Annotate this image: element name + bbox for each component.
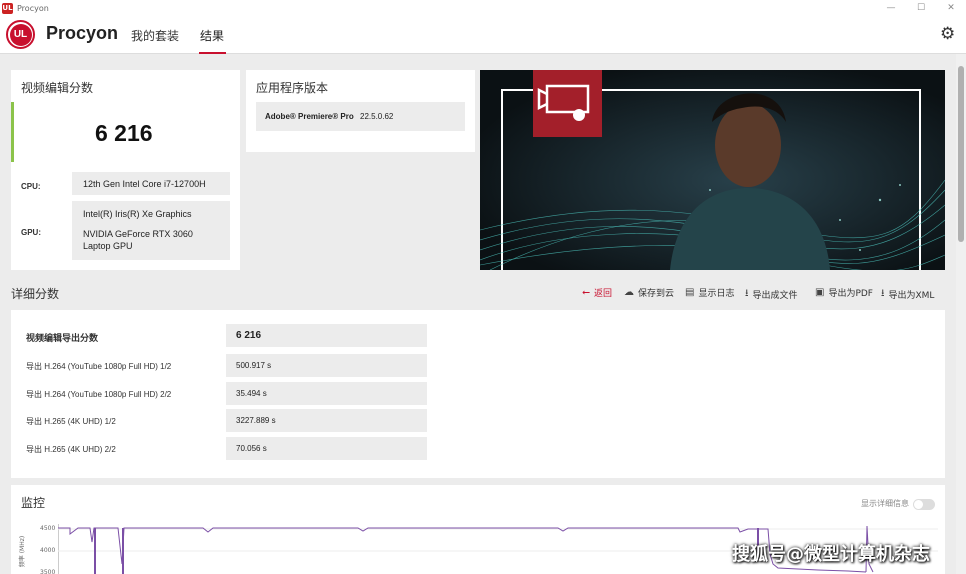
cloud-upload-icon: ☁	[624, 287, 634, 298]
score-indicator-bar	[11, 102, 14, 162]
score-card: 视频编辑分数 6 216 CPU: 12th Gen Intel Core i7…	[11, 70, 240, 270]
tab-results[interactable]: 结果	[200, 27, 224, 44]
scrollbar-thumb[interactable]	[958, 66, 964, 242]
tick-label: 3500	[40, 569, 56, 574]
app-name: Adobe® Premiere® Pro	[265, 111, 354, 121]
hero-image	[480, 70, 945, 270]
detail-row-value: 3227.889 s	[226, 409, 427, 432]
save-to-cloud-button[interactable]: ☁ 保存到云	[624, 286, 674, 299]
detail-row-value: 70.056 s	[226, 437, 427, 460]
gear-icon[interactable]: ⚙	[940, 24, 955, 44]
ul-logo: UL	[6, 20, 35, 49]
brand-name: Procyon	[46, 23, 119, 43]
document-icon: ▤	[685, 287, 695, 298]
detail-row-label: 导出 H.264 (YouTube 1080p Full HD) 2/2	[26, 390, 172, 399]
window-title: Procyon	[17, 3, 49, 13]
active-tab-indicator	[199, 52, 226, 54]
watermark: 搜狐号@微型计算机杂志	[732, 544, 930, 565]
export-file-button[interactable]: ⭳ 导出成文件	[745, 286, 798, 303]
details-title: 详细分数	[11, 287, 60, 301]
detail-row-label: 导出 H.265 (4K UHD) 2/2	[26, 445, 116, 454]
app-version-row: Adobe® Premiere® Pro 22.5.0.62	[256, 102, 465, 131]
overall-score: 6 216	[95, 120, 153, 146]
monitor-title: 监控	[21, 496, 46, 510]
back-arrow-icon: ⭠	[582, 287, 590, 298]
hero-illustration	[480, 70, 945, 270]
detail-row-value: 500.917 s	[226, 354, 427, 377]
detail-row-value: 35.494 s	[226, 382, 427, 405]
show-details-toggle[interactable]	[913, 499, 935, 510]
cpu-label: CPU:	[21, 182, 41, 191]
maximize-button[interactable]: ☐	[906, 0, 936, 16]
cpu-value: 12th Gen Intel Core i7-12700H	[72, 172, 230, 195]
tick-label: 4000	[40, 547, 56, 554]
close-button[interactable]: ✕	[936, 0, 966, 16]
minimize-button[interactable]: —	[876, 0, 906, 16]
app-version-card: 应用程序版本 Adobe® Premiere® Pro 22.5.0.62	[246, 70, 475, 152]
tick-label: 4500	[40, 525, 56, 532]
gpu-value: Intel(R) Iris(R) Xe Graphics NVIDIA GeFo…	[72, 201, 230, 260]
app-icon: UL	[2, 2, 13, 14]
app-version-number: 22.5.0.62	[360, 112, 394, 121]
app-header: UL Procyon 我的套装 结果 ⚙	[0, 16, 966, 54]
detail-row-label: 视频编辑导出分数	[26, 333, 99, 343]
show-log-button[interactable]: ▤ 显示日志	[685, 286, 734, 299]
gpu-label: GPU:	[21, 228, 41, 237]
window-titlebar: UL Procyon	[0, 0, 966, 16]
tab-my-suites[interactable]: 我的套装	[131, 27, 179, 44]
export-xml-button[interactable]: ⭳ 导出为XML	[881, 286, 934, 303]
save-icon: ▣	[815, 287, 825, 298]
show-details-label: 显示详细信息	[861, 499, 909, 508]
download-icon: ⭳	[881, 288, 885, 299]
gpu-value-1: Intel(R) Iris(R) Xe Graphics	[83, 209, 192, 219]
detail-row-label: 导出 H.264 (YouTube 1080p Full HD) 1/2	[26, 362, 172, 371]
download-icon: ⭳	[745, 288, 749, 299]
monitor-axis: 频率 (MHz) 4500 4000 3500	[19, 525, 60, 574]
score-card-title: 视频编辑分数	[21, 81, 94, 95]
detail-row-value: 6 216	[226, 324, 427, 347]
detail-row-label: 导出 H.265 (4K UHD) 1/2	[26, 417, 116, 426]
gpu-value-2: NVIDIA GeForce RTX 3060 Laptop GPU	[83, 229, 193, 251]
export-pdf-button[interactable]: ▣ 导出为PDF	[815, 286, 873, 299]
app-version-title: 应用程序版本	[256, 81, 329, 95]
back-button[interactable]: ⭠ 返回	[582, 286, 612, 299]
y-axis-label: 频率 (MHz)	[19, 535, 27, 568]
